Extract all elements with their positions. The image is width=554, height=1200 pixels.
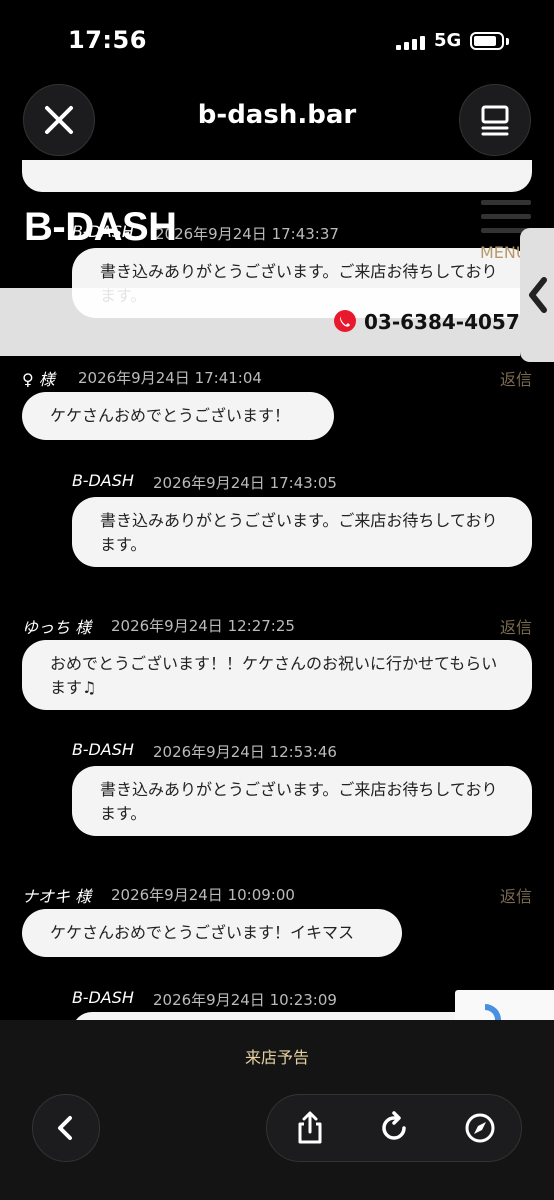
chevron-left-icon: [58, 1116, 72, 1140]
compass-icon: [465, 1113, 495, 1143]
tabs-button[interactable]: [459, 84, 531, 156]
battery-icon: [470, 32, 504, 50]
back-button[interactable]: [32, 1094, 100, 1162]
reply-date: 2026年9月24日 12:53:46: [153, 743, 337, 761]
comment-date: 2026年9月24日 10:09:00: [111, 886, 295, 904]
reply-bubble: 書き込みありがとうございます。ご来店お待ちしております。: [72, 766, 532, 836]
comment-bubble: ケケさんおめでとうございます！: [22, 392, 334, 440]
reply-author: B-DASH: [72, 740, 134, 759]
comment-bubble: おめでとうございます！！ケケさんのお祝いに行かせてもらいます♫: [22, 640, 532, 710]
status-time: 17:56: [68, 26, 147, 54]
reply-link[interactable]: 返信: [500, 366, 532, 390]
reply-author: B-DASH: [72, 471, 134, 490]
reload-icon: [382, 1111, 406, 1140]
reply-author: B-DASH: [72, 988, 134, 1007]
reply-date: 2026年9月24日 17:43:37: [155, 225, 339, 243]
comment-date: 2026年9月24日 12:27:25: [111, 617, 295, 635]
phone-icon: [334, 310, 356, 332]
status-bar: 17:56 5G: [0, 0, 554, 80]
comment-author: ゆっち 様: [22, 618, 92, 637]
phone-number-link[interactable]: 03-6384-4057: [364, 310, 520, 334]
bubble-partial: [22, 160, 532, 192]
comment-date: 2026年9月24日 17:41:04: [78, 369, 262, 387]
reply-date: 2026年9月24日 10:23:09: [153, 991, 337, 1009]
share-button[interactable]: [290, 1108, 330, 1148]
network-label: 5G: [434, 30, 462, 51]
side-drawer-tab[interactable]: [520, 228, 554, 362]
signal-icon: [396, 36, 426, 50]
comment-author: ♀ 様: [22, 370, 55, 389]
reload-button[interactable]: [374, 1108, 414, 1148]
reply-date: 2026年9月24日 17:43:05: [153, 474, 337, 492]
chevron-left-icon: [529, 277, 547, 313]
site-logo[interactable]: B-DASH: [24, 205, 177, 250]
reply-bubble: 書き込みありがとうございます。ご来店お待ちしております。: [72, 497, 532, 567]
safari-button[interactable]: [460, 1108, 500, 1148]
share-icon: [298, 1111, 322, 1144]
reply-link[interactable]: 返信: [500, 614, 532, 638]
comment-author: ナオキ 様: [22, 887, 92, 906]
comment-bubble: ケケさんおめでとうございます！イキマス: [22, 909, 402, 957]
tabs-icon: [481, 105, 509, 136]
reply-link[interactable]: 返信: [500, 883, 532, 907]
visit-notice-link[interactable]: 来店予告: [0, 1044, 554, 1068]
